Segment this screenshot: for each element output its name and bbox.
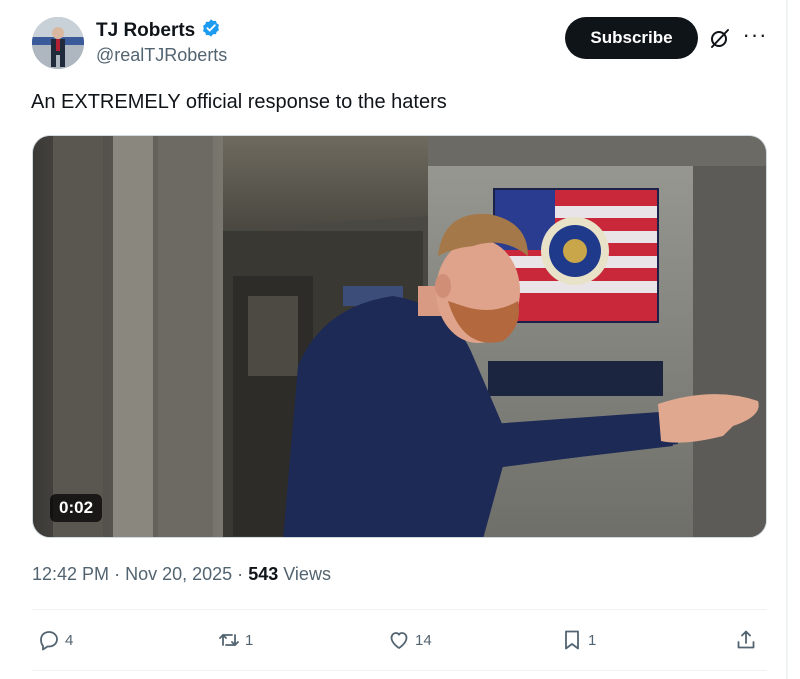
like-count: 14 bbox=[415, 631, 432, 649]
divider bbox=[32, 670, 767, 671]
verified-badge-icon bbox=[201, 18, 221, 44]
share-icon bbox=[737, 630, 755, 649]
meta-separator: · bbox=[237, 564, 244, 584]
divider bbox=[32, 609, 767, 610]
repost-button[interactable]: 1 bbox=[217, 624, 253, 656]
tweet-time[interactable]: 12:42 PM bbox=[32, 564, 109, 584]
bookmark-count: 1 bbox=[588, 631, 597, 649]
share-button[interactable] bbox=[734, 624, 758, 656]
views-label: Views bbox=[283, 564, 331, 584]
heart-icon bbox=[390, 632, 408, 649]
more-icon[interactable]: ··· bbox=[742, 24, 768, 50]
subscribe-button[interactable]: Subscribe bbox=[565, 17, 698, 59]
meta-separator: · bbox=[114, 564, 121, 584]
author-handle[interactable]: @realTJRoberts bbox=[96, 45, 227, 66]
tweet-text: An EXTREMELY official response to the ha… bbox=[31, 91, 447, 113]
repost-count: 1 bbox=[245, 631, 254, 649]
action-bar: 4 1 14 1 bbox=[32, 624, 767, 656]
bookmark-button[interactable]: 1 bbox=[560, 624, 596, 656]
repost-icon bbox=[219, 634, 239, 646]
reply-count: 4 bbox=[65, 631, 74, 649]
tweet-meta: 12:42 PM · Nov 20, 2025 · 543 Views bbox=[32, 564, 331, 585]
reply-icon bbox=[40, 631, 58, 651]
like-button[interactable]: 14 bbox=[387, 624, 432, 656]
grok-icon[interactable] bbox=[708, 26, 732, 50]
video-duration-badge: 0:02 bbox=[50, 494, 103, 522]
video-thumbnail bbox=[33, 136, 766, 537]
bookmark-icon bbox=[565, 630, 579, 650]
reply-button[interactable]: 4 bbox=[37, 624, 73, 656]
views-count: 543 bbox=[248, 564, 279, 584]
tweet-date[interactable]: Nov 20, 2025 bbox=[125, 564, 232, 584]
author-name-row[interactable]: TJ Roberts bbox=[96, 18, 221, 44]
author-name[interactable]: TJ Roberts bbox=[96, 20, 195, 42]
tweet-card: TJ Roberts @realTJRoberts Subscribe ··· … bbox=[0, 0, 788, 679]
video-player[interactable] bbox=[32, 135, 767, 538]
avatar[interactable] bbox=[32, 17, 84, 69]
